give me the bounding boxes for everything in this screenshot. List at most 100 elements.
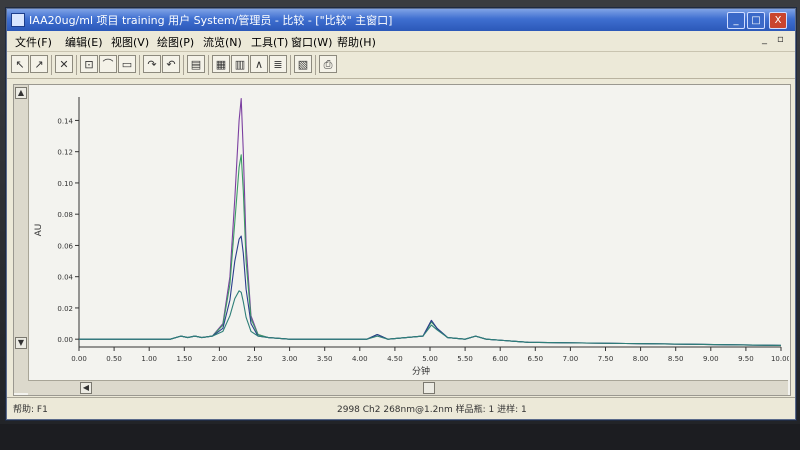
pointer-alt-icon: ↗ [34,58,44,71]
series-line-3 [79,235,782,346]
undo-icon: ↶ [166,58,176,71]
x-tick-label: 0.00 [71,355,87,363]
x-tick-label: 9.00 [703,355,719,363]
peak-button[interactable]: ⌒ [99,55,117,73]
y-tick-label: 0.02 [57,305,73,313]
toolbar-separator [183,55,184,75]
chart-axes [78,97,781,348]
overlay-icon: ≣ [273,58,283,71]
peak-icon: ⌒ [102,58,114,71]
undo-button[interactable]: ↶ [162,55,180,73]
close-icon: ✕ [59,58,69,71]
report-button[interactable]: ▧ [294,55,312,73]
toolbar-separator [315,55,316,75]
grid-button[interactable]: ▥ [231,55,249,73]
zoom-icon: ⊡ [84,58,94,71]
x-tick-label: 3.50 [317,355,333,363]
toolbar-separator [76,55,77,75]
menu-tools[interactable]: 工具(T) [251,34,288,50]
x-tick-label: 3.00 [282,355,298,363]
mdi-minimize-button[interactable]: _ [762,34,767,45]
taskbar [0,424,800,450]
toolbar-separator [290,55,291,75]
chromatogram-chart[interactable]: 0.00 0.50 1.00 1.50 2.00 2.50 3.00 3.50 4.00 4.50… [29,85,789,379]
zoom-button[interactable]: ⊡ [80,55,98,73]
print-icon: ⎙ [323,58,333,71]
x-tick-label: 8.00 [633,355,649,363]
scroll-left-button[interactable]: ◀ [80,382,92,394]
x-tick-label: 6.00 [492,355,508,363]
x-tick-label: 5.50 [457,355,473,363]
menu-view[interactable]: 视图(V) [111,34,149,50]
monitor-screen: IAA20ug/ml 项目 training 用户 System/管理员 - 比… [0,0,800,450]
chart-traces [79,98,782,346]
app-window: IAA20ug/ml 项目 training 用户 System/管理员 - 比… [6,8,796,420]
series-line-1 [79,98,782,346]
y-tick-label: 0.04 [57,274,73,282]
x-axis-label: 分钟 [412,365,430,377]
x-tick-label: 2.00 [212,355,228,363]
print-button[interactable]: ⎙ [319,55,337,73]
x-tick-label: 4.50 [387,355,403,363]
y-tick-label: 0.14 [57,117,73,125]
layout-button[interactable]: ▦ [212,55,230,73]
chromatogram-button[interactable]: ∧ [250,55,268,73]
status-info: 2998 Ch2 268nm@1.2nm 样品瓶: 1 进样: 1 [337,405,527,415]
x-tick-label: 1.50 [177,355,193,363]
toolbar: ↖ ↗ ✕ ⊡ ⌒ ▭ ↷ ↶ ▤ ▦ ▥ ∧ ≣ ▧ ⎙ [7,52,795,79]
x-tick-label: 7.50 [598,355,614,363]
menu-help[interactable]: 帮助(H) [337,34,376,50]
x-tick-label: 7.00 [563,355,579,363]
select-button[interactable]: ▭ [118,55,136,73]
menu-browse[interactable]: 流览(N) [203,34,242,50]
overlay-button[interactable]: ≣ [269,55,287,73]
scroll-down-button[interactable]: ▼ [15,337,27,349]
grid-icon: ▥ [234,58,246,71]
window-title: IAA20ug/ml 项目 training 用户 System/管理员 - 比… [29,14,393,27]
list-button[interactable]: ▤ [187,55,205,73]
pointer-alt-button[interactable]: ↗ [30,55,48,73]
y-axis-label: AU [34,224,44,237]
vertical-scrollbar[interactable]: ▲ ▼ [14,85,29,393]
mdi-restore-button[interactable]: ▫ [777,34,784,45]
x-tick-label: 4.00 [352,355,368,363]
y-tick-label: 0.12 [57,149,73,157]
list-icon: ▤ [190,58,202,71]
x-tick-label: 9.50 [738,355,754,363]
x-tick-label: 0.50 [106,355,122,363]
redo-icon: ↷ [147,58,157,71]
series-line-2 [79,154,782,346]
x-tick-label: 1.00 [141,355,157,363]
minimize-button[interactable]: _ [727,12,745,29]
delete-button[interactable]: ✕ [55,55,73,73]
y-tick-label: 0.10 [57,180,73,188]
report-icon: ▧ [297,58,309,71]
menu-bar: 文件(F) 编辑(E) 视图(V) 绘图(P) 流览(N) 工具(T) 窗口(W… [7,31,795,52]
menu-window[interactable]: 窗口(W) [291,34,332,50]
maximize-button[interactable]: □ [747,12,765,29]
y-tick-label: 0.06 [57,242,73,250]
x-tick-label: 5.00 [422,355,438,363]
layout-icon: ▦ [215,58,227,71]
x-tick-label: 10.00 [771,355,789,363]
chromatogram-icon: ∧ [254,58,264,71]
y-tick-label: 0.00 [57,336,73,344]
status-bar: 帮助: F1 2998 Ch2 268nm@1.2nm 样品瓶: 1 进样: 1 [7,397,795,418]
y-tick-label: 0.08 [57,211,73,219]
x-tick-label: 2.50 [247,355,263,363]
scroll-up-button[interactable]: ▲ [15,87,27,99]
redo-button[interactable]: ↷ [143,55,161,73]
scroll-thumb[interactable] [423,382,435,394]
select-icon: ▭ [121,58,133,71]
pointer-button[interactable]: ↖ [11,55,29,73]
menu-plot[interactable]: 绘图(P) [157,34,194,50]
menu-file[interactable]: 文件(F) [15,34,52,50]
close-button[interactable]: X [769,12,787,29]
horizontal-scrollbar[interactable]: ◀ [28,380,788,395]
menu-edit[interactable]: 编辑(E) [65,34,103,50]
chromatogram-panel: ▲ ▼ 0.00 0.50 1.00 1.50 2.00 2.50 3.00 3.50 4.00… [13,84,791,396]
pointer-icon: ↖ [15,58,25,71]
toolbar-separator [139,55,140,75]
toolbar-separator [51,55,52,75]
toolbar-separator [208,55,209,75]
